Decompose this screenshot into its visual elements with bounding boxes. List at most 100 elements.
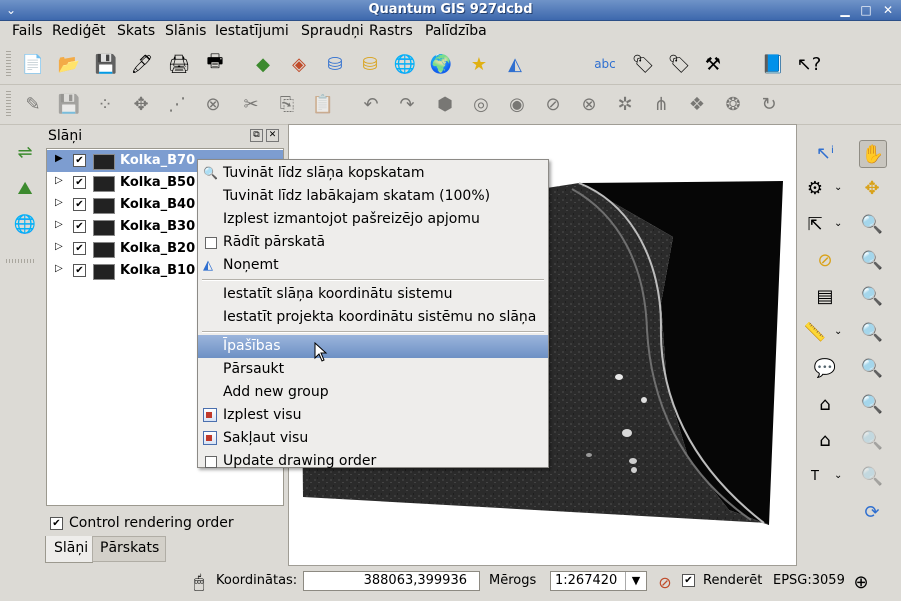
show-bookmarks-icon[interactable]: ⌂ [812, 427, 838, 453]
close-icon[interactable]: ✕ [880, 2, 896, 18]
new-vector-layer-icon[interactable]: ★ [466, 51, 492, 77]
add-wfs-layer-icon[interactable]: 🌍 [428, 51, 454, 77]
minimize-icon[interactable]: ▁ [837, 2, 853, 18]
print-composer-icon[interactable]: 🖨 [166, 51, 192, 77]
menu-rastrs[interactable]: Rastrs [369, 23, 413, 39]
menu-spraudni[interactable]: Spraudņi [301, 23, 364, 39]
render-checkbox[interactable]: ✔ [682, 574, 695, 587]
add-vector-layer-icon[interactable]: ◆ [250, 51, 276, 77]
layer-visibility-checkbox[interactable]: ✔ [73, 264, 86, 277]
add-wms-layer-icon[interactable]: 🌐 [392, 51, 418, 77]
chevron-down-icon[interactable]: ▼ [625, 572, 646, 590]
chevron-down-icon[interactable]: ⌄ [834, 182, 842, 193]
plugin-tools-icon[interactable]: ⚒ [700, 51, 726, 77]
menu-slanis[interactable]: Slānis [165, 23, 206, 39]
zoom-full-icon[interactable]: 🔍 [859, 283, 885, 309]
delete-ring-icon[interactable]: ⊘ [540, 91, 566, 117]
control-rendering-order[interactable]: ✔ Control rendering order [46, 514, 286, 534]
context-menu-item[interactable]: Izplest visu [198, 404, 548, 427]
layer-visibility-checkbox[interactable]: ✔ [73, 176, 86, 189]
expand-arrow-icon[interactable]: ▷ [55, 263, 63, 274]
save-edits-icon[interactable]: 💾 [56, 91, 82, 117]
zoom-next-icon[interactable]: 🔍 [859, 463, 885, 489]
expand-arrow-icon[interactable]: ▶ [55, 153, 63, 164]
attribute-table-icon[interactable]: ▤ [812, 283, 838, 309]
zoom-last-icon[interactable]: 🔍 [859, 427, 885, 453]
save-project-icon[interactable]: 💾 [93, 51, 119, 77]
context-menu-item[interactable]: Iestatīt projekta koordinātu sistēmu no … [198, 306, 548, 329]
rotate-point-symbols-icon[interactable]: ❂ [720, 91, 746, 117]
chevron-down-icon[interactable]: ⌄ [834, 218, 842, 229]
close-panel-icon[interactable]: ✕ [266, 129, 279, 142]
new-project-icon[interactable]: 📄 [20, 51, 46, 77]
toolbar-grip[interactable] [6, 51, 11, 77]
tab-slani[interactable]: Slāņi [45, 536, 93, 563]
histogram-icon[interactable]: ⛰ [12, 175, 38, 201]
reshape-features-icon[interactable]: ✲ [612, 91, 638, 117]
expand-arrow-icon[interactable]: ▷ [55, 241, 63, 252]
toolbar-grip[interactable] [6, 91, 11, 117]
save-as-icon[interactable]: 🖊 [129, 51, 155, 77]
add-ring-icon[interactable]: ◎ [468, 91, 494, 117]
context-menu-item[interactable]: 🔍 Tuvināt līdz slāņa kopskatam [198, 162, 548, 185]
projection-icon[interactable]: ⊕ [848, 569, 874, 595]
expand-arrow-icon[interactable]: ▷ [55, 197, 63, 208]
undo-icon[interactable]: ↶ [358, 91, 384, 117]
expand-arrow-icon[interactable]: ▷ [55, 175, 63, 186]
refresh-map-icon[interactable]: ⟳ [859, 499, 885, 525]
plugin-tag-icon[interactable]: 🏷 [630, 51, 656, 77]
toggle-extents-icon[interactable]: 🖱 [186, 569, 212, 595]
layer-visibility-checkbox[interactable]: ✔ [73, 154, 86, 167]
help-book-icon[interactable]: 📘 [760, 51, 786, 77]
select-features-icon[interactable]: ⇱ [802, 211, 828, 237]
pan-to-selection-icon[interactable]: ✥ [859, 175, 885, 201]
coordinates-field[interactable]: 388063,399936 [303, 571, 480, 591]
zoom-to-layer-icon[interactable]: 🔍 [859, 355, 885, 381]
pan-hand-icon[interactable]: ✋ [859, 140, 887, 168]
float-panel-icon[interactable]: ⧉ [250, 129, 263, 142]
text-annotation-icon[interactable]: T [802, 463, 828, 489]
add-raster-layer-icon[interactable]: ◈ [286, 51, 312, 77]
epsg-label[interactable]: EPSG:3059 [773, 573, 845, 588]
control-rendering-order-checkbox[interactable]: ✔ [50, 517, 63, 530]
context-menu-item[interactable]: Izplest izmantojot pašreizējo apjomu [198, 208, 548, 231]
plugin-tag2-icon[interactable]: 🏷 [666, 51, 692, 77]
chevron-down-icon[interactable]: ⌄ [834, 470, 842, 481]
delete-selected-icon[interactable]: ⊗ [200, 91, 226, 117]
context-menu-item[interactable]: Iestatīt slāņa koordinātu sistemu [198, 283, 548, 306]
remove-layer-icon[interactable]: ◭ [502, 51, 528, 77]
zoom-to-selection-icon[interactable]: 🔍 [859, 319, 885, 345]
context-menu-item[interactable]: ◭ Noņemt [198, 254, 548, 277]
measure-icon[interactable]: 📏 [802, 319, 828, 345]
identify-icon[interactable]: ↖ⁱ [812, 140, 838, 166]
menu-iestatijumi[interactable]: Iestatījumi [215, 23, 289, 39]
menu-skats[interactable]: Skats [117, 23, 155, 39]
strip-grip[interactable] [6, 259, 36, 263]
add-postgis-layer-icon[interactable]: ⛁ [322, 51, 348, 77]
layer-visibility-checkbox[interactable]: ✔ [73, 242, 86, 255]
context-menu-item[interactable]: Īpašības [198, 335, 548, 358]
refresh-icon[interactable]: ↻ [756, 91, 782, 117]
move-feature-icon[interactable]: ✥ [128, 91, 154, 117]
print-icon[interactable]: 🖶 [202, 51, 228, 77]
merge-features-icon[interactable]: ❖ [684, 91, 710, 117]
node-tool-icon[interactable]: ⋰ [164, 91, 190, 117]
maximize-icon[interactable]: □ [858, 2, 874, 18]
settings-gear-icon[interactable]: ⚙ [802, 175, 828, 201]
scale-combobox[interactable]: 1:267420 ▼ [550, 571, 647, 591]
menu-rediget[interactable]: Rediģēt [52, 23, 105, 39]
layer-visibility-checkbox[interactable]: ✔ [73, 220, 86, 233]
menu-palidziba[interactable]: Palīdzība [425, 23, 487, 39]
tab-parskats[interactable]: Pārskats [92, 536, 166, 562]
menu-fails[interactable]: Fails [12, 23, 42, 39]
context-menu-item[interactable]: Pārsaukt [198, 358, 548, 381]
redo-icon[interactable]: ↷ [394, 91, 420, 117]
context-menu-item[interactable]: Sakļaut visu [198, 427, 548, 450]
add-spatialite-layer-icon[interactable]: ⛁ [357, 51, 383, 77]
delete-part-icon[interactable]: ⊗ [576, 91, 602, 117]
toggle-editing-icon[interactable]: ✎ [20, 91, 46, 117]
layer-visibility-checkbox[interactable]: ✔ [73, 198, 86, 211]
copy-features-icon[interactable]: ⎘ [274, 91, 300, 117]
paste-features-icon[interactable]: 📋 [310, 91, 336, 117]
expand-arrow-icon[interactable]: ▷ [55, 219, 63, 230]
